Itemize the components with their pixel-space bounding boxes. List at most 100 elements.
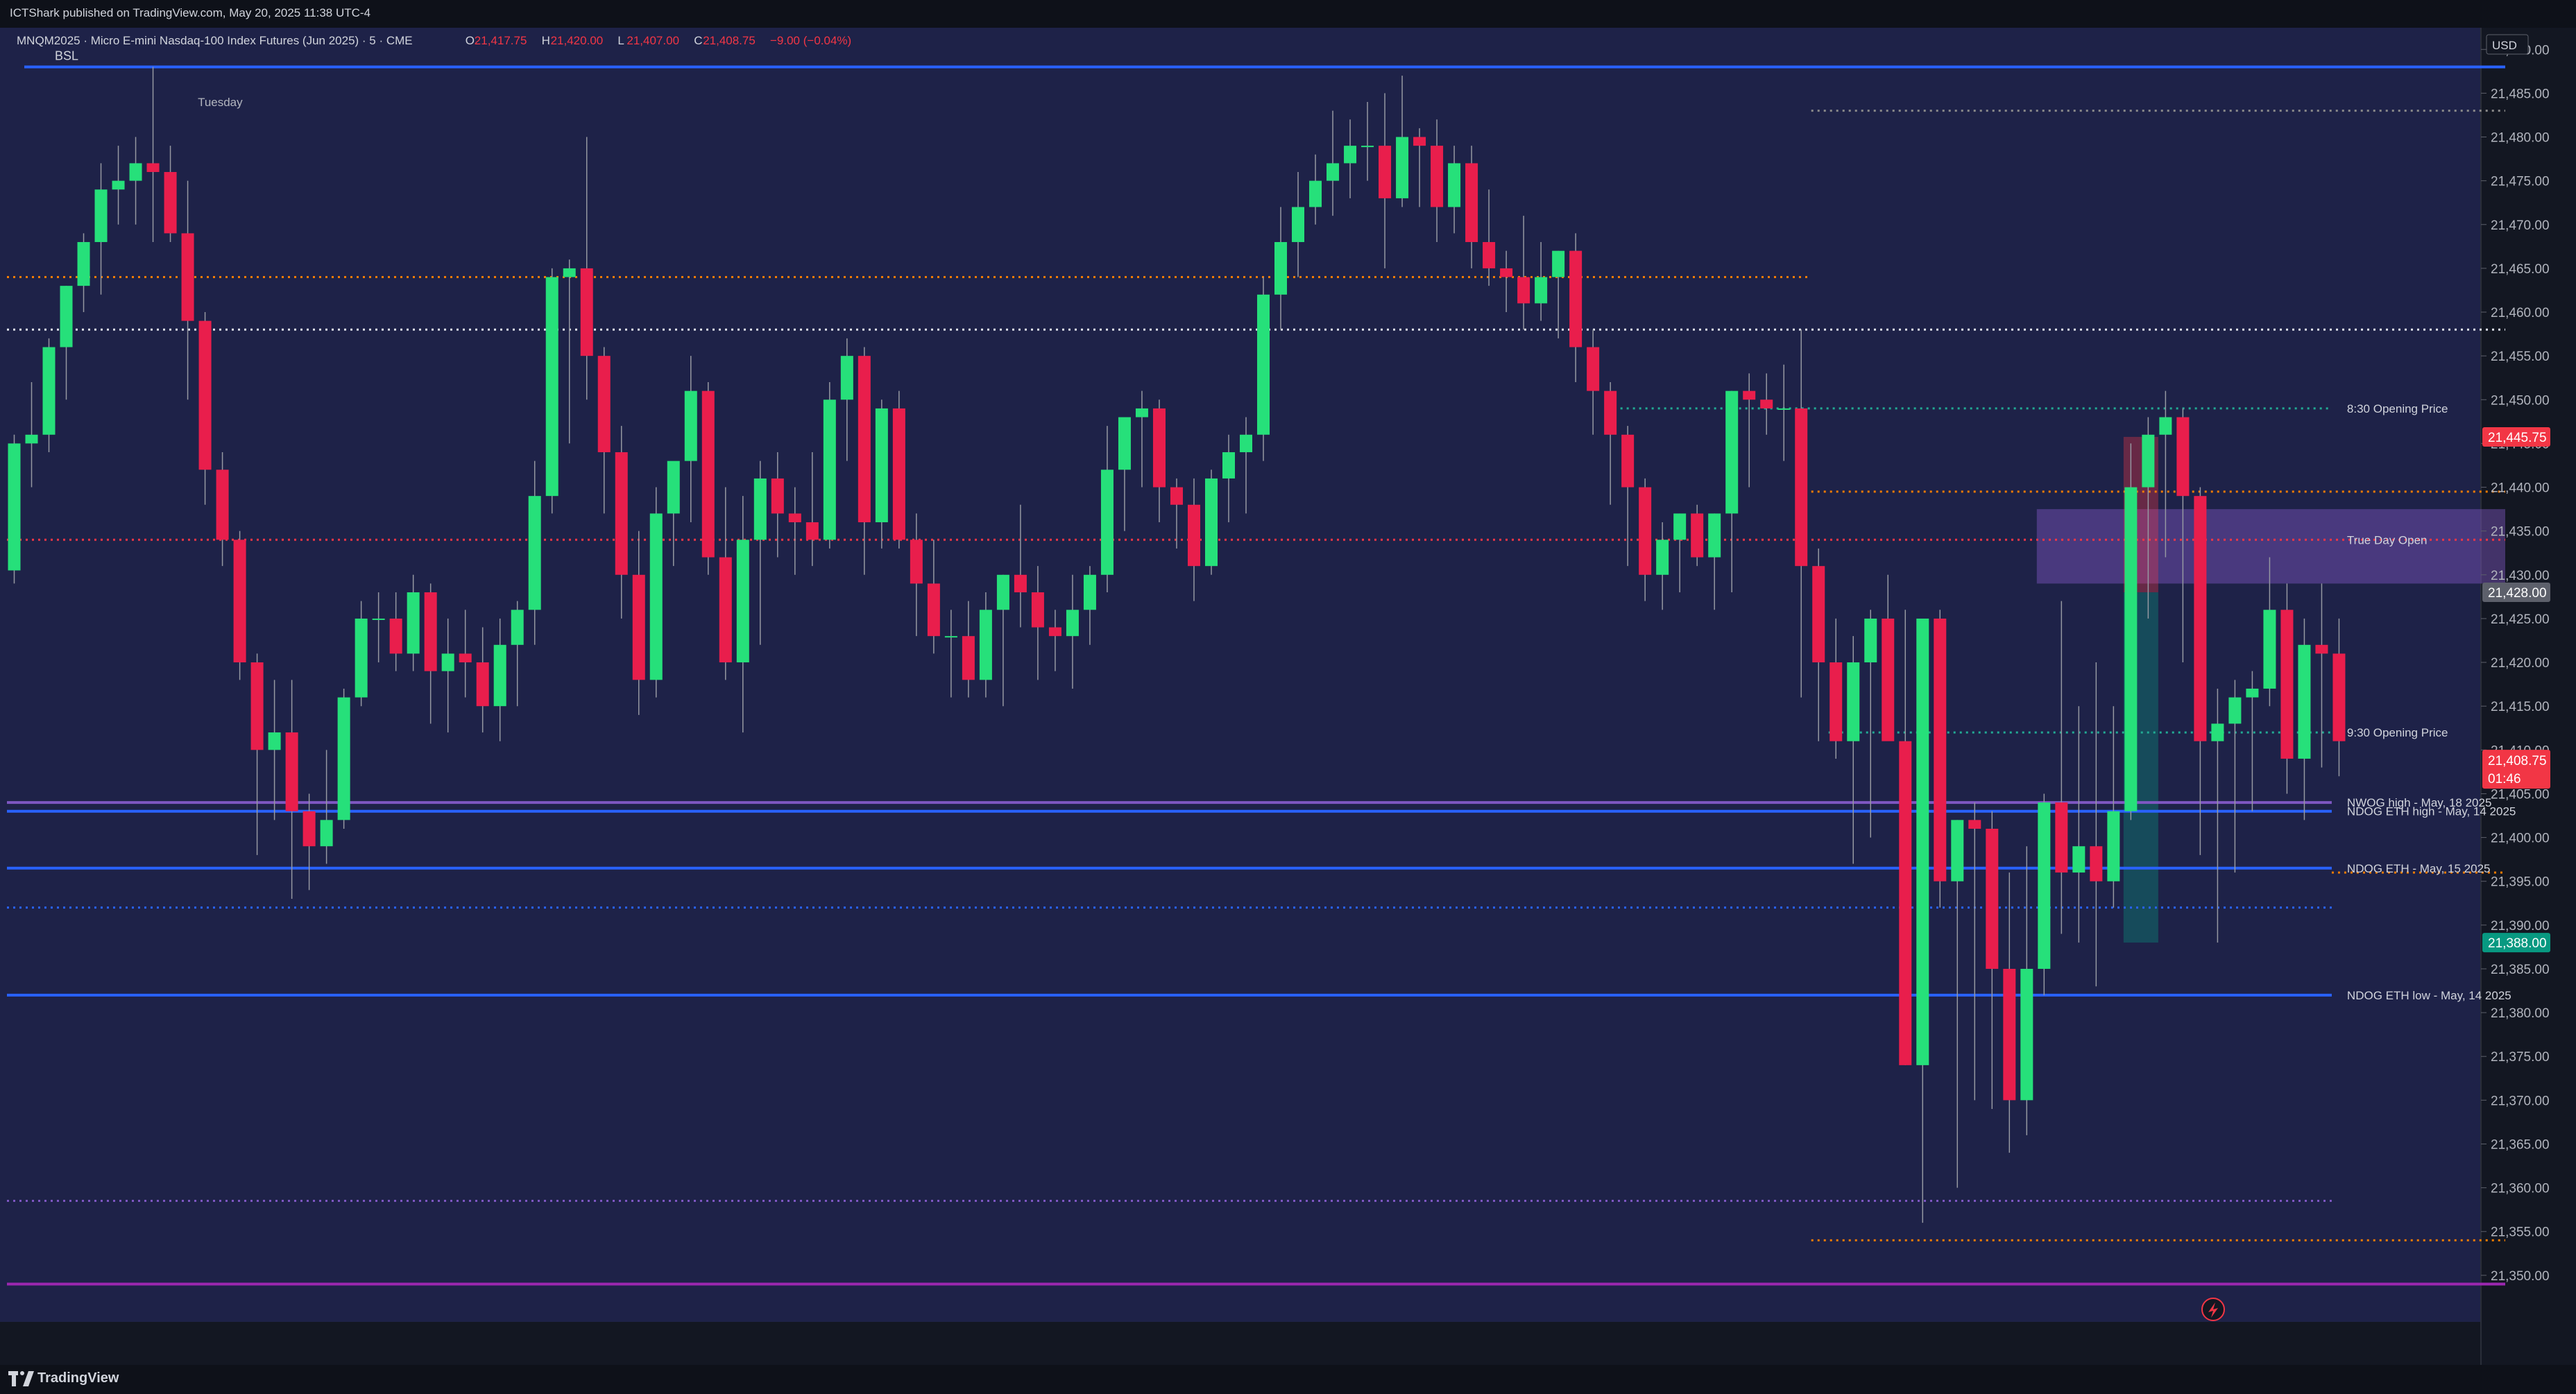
candle-down[interactable]: [476, 662, 489, 707]
candle-down[interactable]: [1743, 390, 1756, 400]
candle-down[interactable]: [1170, 487, 1183, 505]
candle-down[interactable]: [2280, 610, 2294, 759]
candle-down[interactable]: [2332, 653, 2346, 741]
candle-up[interactable]: [2211, 723, 2224, 741]
candlestick-chart[interactable]: BSL 8:30 Opening Price True Day Open 9:30 O…: [0, 28, 2576, 1381]
candle-up[interactable]: [372, 618, 385, 620]
candle-up[interactable]: [511, 610, 524, 645]
candle-up[interactable]: [1708, 513, 1721, 558]
candle-up[interactable]: [840, 356, 853, 400]
candle-up[interactable]: [649, 513, 663, 680]
candle-up[interactable]: [2124, 487, 2138, 811]
candle-down[interactable]: [1014, 574, 1027, 593]
candle-up[interactable]: [1309, 180, 1322, 207]
candle-up[interactable]: [736, 540, 749, 663]
candle-down[interactable]: [459, 653, 472, 663]
candle-up[interactable]: [2020, 968, 2033, 1101]
candle-down[interactable]: [1413, 137, 1426, 146]
candle-up[interactable]: [2228, 697, 2242, 724]
candle-down[interactable]: [1483, 242, 1496, 268]
candle-down[interactable]: [1604, 390, 1617, 435]
candle-down[interactable]: [580, 268, 593, 356]
candle-down[interactable]: [424, 592, 437, 671]
candle-down[interactable]: [1760, 399, 1773, 408]
candle-up[interactable]: [8, 443, 21, 571]
candle-down[interactable]: [701, 390, 715, 558]
candle-up[interactable]: [979, 610, 992, 680]
candle-up[interactable]: [1066, 610, 1079, 637]
candle-up[interactable]: [667, 461, 680, 514]
candle-up[interactable]: [2246, 688, 2259, 698]
candle-up[interactable]: [2142, 434, 2155, 488]
candle-up[interactable]: [1257, 294, 1270, 435]
candle-down[interactable]: [1621, 434, 1635, 488]
candle-up[interactable]: [1673, 513, 1687, 540]
candle-down[interactable]: [1639, 487, 1652, 575]
candle-up[interactable]: [1361, 146, 1374, 148]
candle-down[interactable]: [927, 583, 940, 637]
candle-up[interactable]: [355, 618, 368, 698]
candle-up[interactable]: [25, 434, 38, 444]
candle-down[interactable]: [2176, 417, 2190, 497]
candle-up[interactable]: [1847, 662, 1860, 741]
candle-down[interactable]: [719, 557, 732, 663]
candle-up[interactable]: [2263, 610, 2276, 689]
candle-up[interactable]: [2038, 802, 2051, 969]
candle-down[interactable]: [1379, 146, 1392, 198]
candle-up[interactable]: [1656, 540, 1669, 575]
candle-up[interactable]: [684, 390, 697, 461]
candle-down[interactable]: [910, 540, 923, 584]
tradingview-logo[interactable]: TradingView: [8, 1370, 119, 1386]
candle-up[interactable]: [337, 697, 350, 820]
candle-up[interactable]: [1100, 470, 1114, 575]
candle-down[interactable]: [1587, 347, 1600, 391]
candle-up[interactable]: [2072, 846, 2085, 873]
candle-down[interactable]: [632, 574, 645, 680]
candle-down[interactable]: [1968, 820, 1981, 829]
candle-down[interactable]: [1152, 408, 1166, 488]
candle-down[interactable]: [1031, 592, 1044, 628]
candle-down[interactable]: [1048, 627, 1061, 637]
chart-area[interactable]: BSL 8:30 Opening Price True Day Open 9:30 O…: [0, 28, 2576, 1381]
candle-down[interactable]: [285, 732, 298, 811]
candle-down[interactable]: [2315, 644, 2328, 654]
candle-down[interactable]: [1500, 268, 1513, 277]
candle-up[interactable]: [996, 574, 1009, 610]
candle-up[interactable]: [441, 653, 454, 671]
time-axis[interactable]: [0, 1322, 2481, 1365]
candle-down[interactable]: [146, 163, 160, 173]
candle-up[interactable]: [875, 408, 888, 523]
candle-down[interactable]: [250, 662, 264, 750]
candle-up[interactable]: [1535, 277, 1548, 304]
candle-up[interactable]: [1448, 163, 1461, 207]
candle-up[interactable]: [1239, 434, 1253, 453]
candle-up[interactable]: [493, 644, 506, 707]
candle-down[interactable]: [962, 636, 975, 680]
candle-up[interactable]: [112, 180, 125, 190]
candle-up[interactable]: [545, 277, 558, 497]
candle-down[interactable]: [1882, 618, 1895, 741]
candle-down[interactable]: [892, 408, 905, 540]
candle-down[interactable]: [1569, 250, 1583, 347]
candle-down[interactable]: [2055, 802, 2068, 873]
candle-up[interactable]: [753, 478, 767, 540]
candle-down[interactable]: [216, 470, 229, 540]
candle-down[interactable]: [1431, 146, 1444, 207]
candle-down[interactable]: [164, 172, 177, 234]
candle-down[interactable]: [181, 233, 194, 321]
candle-up[interactable]: [1396, 137, 1409, 198]
candle-up[interactable]: [2298, 644, 2311, 759]
candle-up[interactable]: [94, 189, 108, 243]
candle-up[interactable]: [407, 592, 420, 654]
candle-down[interactable]: [788, 513, 801, 523]
candle-up[interactable]: [1204, 478, 1218, 567]
candle-up[interactable]: [1327, 163, 1340, 181]
candle-up[interactable]: [42, 347, 56, 435]
candle-down[interactable]: [1465, 163, 1478, 243]
candle-down[interactable]: [198, 320, 212, 470]
candle-down[interactable]: [1691, 513, 1704, 558]
candle-down[interactable]: [597, 356, 611, 453]
candle-down[interactable]: [1812, 566, 1825, 663]
candle-down[interactable]: [233, 540, 246, 663]
candle-down[interactable]: [1187, 504, 1200, 567]
